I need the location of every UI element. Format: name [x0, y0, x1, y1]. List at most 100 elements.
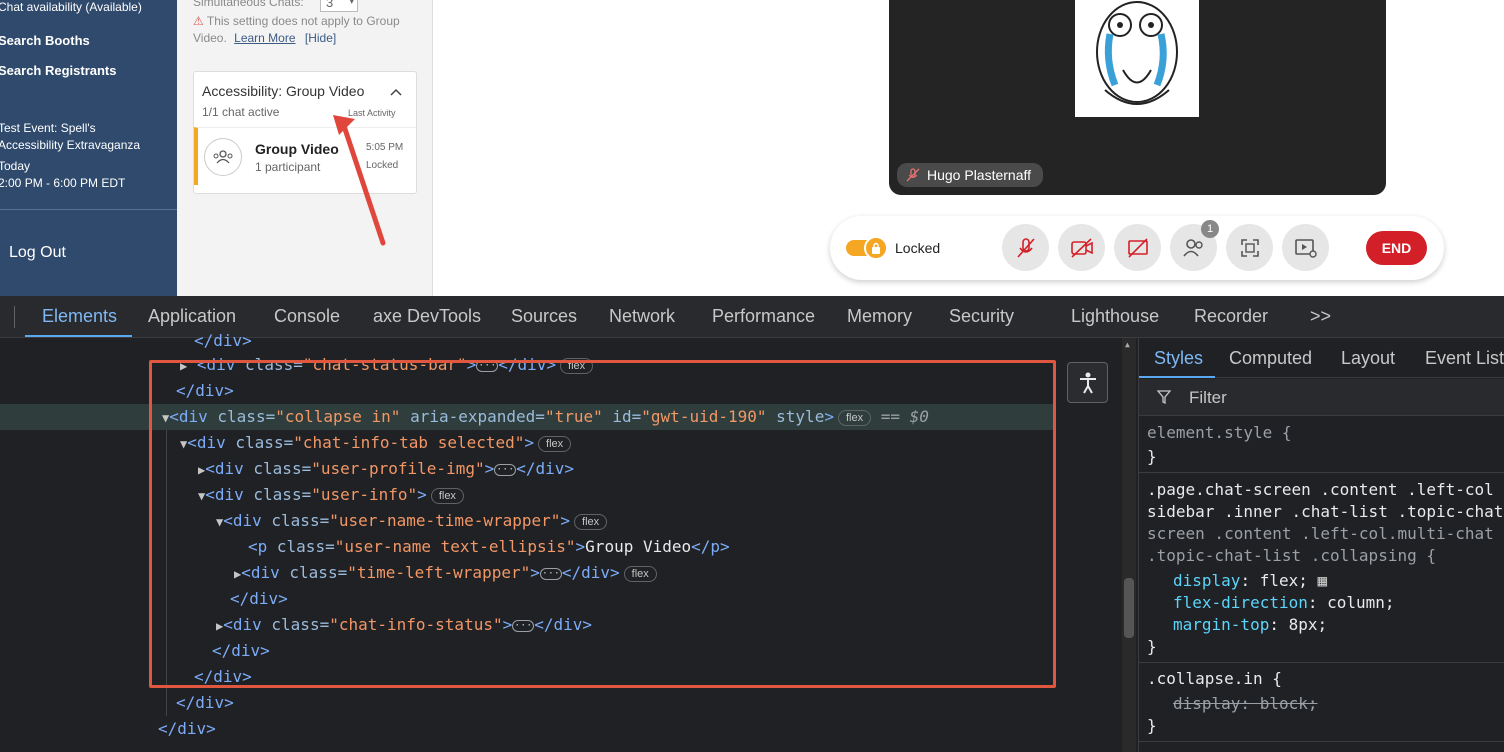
filter-input[interactable]: Filter: [1189, 388, 1227, 408]
end-call-button[interactable]: END: [1366, 231, 1427, 265]
hide-link[interactable]: [Hide]: [305, 31, 336, 45]
chevron-up-icon[interactable]: [390, 88, 402, 96]
tab-recorder[interactable]: Recorder: [1194, 306, 1268, 327]
participant-name: Hugo Plasternaff: [927, 167, 1032, 183]
tab-styles[interactable]: Styles: [1154, 348, 1203, 369]
prop-display[interactable]: display: flex; ▦: [1173, 570, 1327, 592]
dom-line-close-15: </div>: [158, 719, 216, 738]
accessibility-button[interactable]: [1067, 362, 1108, 403]
simultaneous-chats-label: Simultaneous Chats:: [193, 0, 304, 9]
tab-divider: [14, 306, 15, 328]
prop-flex-direction[interactable]: flex-direction: column;: [1173, 592, 1395, 614]
call-control-bar: Locked 1 END: [830, 216, 1444, 280]
camera-button[interactable]: [1058, 224, 1105, 271]
rule-divider-2: [1139, 662, 1504, 663]
rule3-selector: .collapse.in {: [1147, 669, 1282, 688]
highlight-box: [149, 360, 1056, 688]
rule2-selector-4: .topic-chat-list .collapsing {: [1147, 546, 1436, 565]
tab-computed[interactable]: Computed: [1229, 348, 1312, 369]
warning-icon: ⚠: [193, 14, 204, 28]
scrollbar-thumb[interactable]: [1124, 578, 1134, 638]
left-sidebar: Chat availability (Available) Search Boo…: [0, 0, 177, 296]
rule2-selector-1: .page.chat-screen .content .left-col: [1147, 480, 1494, 499]
mute-button[interactable]: [1002, 224, 1049, 271]
tab-memory[interactable]: Memory: [847, 306, 912, 327]
accessibility-person-icon: [1079, 372, 1096, 393]
rule-divider-3: [1139, 741, 1504, 742]
more-tabs-chevron-icon[interactable]: >>: [1310, 306, 1331, 327]
share-screen-button[interactable]: [1114, 224, 1161, 271]
lock-toggle[interactable]: [846, 236, 888, 260]
tab-layout[interactable]: Layout: [1341, 348, 1395, 369]
rule-divider: [1139, 472, 1504, 473]
flexbox-editor-icon[interactable]: ▦: [1318, 571, 1328, 590]
tab-lighthouse[interactable]: Lighthouse: [1071, 306, 1159, 327]
camera-off-icon: [1070, 237, 1093, 258]
group-video-avatar: [204, 138, 242, 176]
participant-name-tag: Hugo Plasternaff: [897, 163, 1044, 187]
learn-more-link[interactable]: Learn More: [234, 31, 295, 45]
tab-application[interactable]: Application: [148, 306, 236, 327]
tab-sources[interactable]: Sources: [511, 306, 577, 327]
video-settings-icon: [1294, 238, 1317, 258]
scroll-up-icon[interactable]: ▲: [1125, 340, 1130, 349]
event-name-line2: Accessibility Extravaganza: [0, 138, 141, 152]
app-screen: Chat availability (Available) Search Boo…: [0, 0, 1504, 296]
search-registrants-link[interactable]: Search Registrants: [0, 63, 117, 78]
simultaneous-chats-value: 3: [326, 0, 334, 10]
participant-image: [1075, 0, 1199, 117]
warning-text-1: This setting does not apply to Group: [206, 14, 400, 28]
participants-button[interactable]: 1: [1170, 220, 1219, 271]
element-style-rule: element.style {: [1147, 423, 1292, 442]
video-settings-button[interactable]: [1282, 224, 1329, 271]
participant-count-badge: 1: [1201, 220, 1219, 238]
tab-console[interactable]: Console: [274, 306, 340, 327]
prop-margin-top[interactable]: margin-top: 8px;: [1173, 614, 1327, 636]
warning-row-2: Video. Learn More [Hide]: [193, 31, 336, 45]
group-icon: [213, 150, 233, 164]
tab-performance[interactable]: Performance: [712, 306, 815, 327]
styles-pane: Styles Computed Layout Event Liste Filte…: [1138, 338, 1504, 752]
participants-icon: [1182, 238, 1203, 257]
rule2-selector-3: screen .content .left-col.multi-chat: [1147, 524, 1494, 543]
rule2-selector-2: sidebar .inner .chat-list .topic-chat: [1147, 502, 1504, 521]
styles-active-underline: [1139, 376, 1215, 378]
dom-tree: </div> ▶ <div class="chat-status-bar"> ··…: [0, 331, 1138, 752]
dom-scrollbar[interactable]: ▲: [1122, 338, 1136, 752]
mic-muted-icon: [906, 168, 920, 182]
search-booths-link[interactable]: Search Booths: [0, 33, 90, 48]
event-name-line1: Test Event: Spell's: [0, 121, 96, 135]
participant-count: 1 participant: [255, 160, 321, 174]
logout-link[interactable]: Log Out: [9, 244, 66, 262]
sidebar-divider: [0, 209, 177, 210]
tab-event-listeners[interactable]: Event Liste: [1425, 348, 1504, 369]
tab-axe-devtools[interactable]: axe DevTools: [373, 306, 481, 327]
tab-security[interactable]: Security: [949, 306, 1014, 327]
chevron-down-icon: ▾: [349, 0, 354, 6]
tab-network[interactable]: Network: [609, 306, 675, 327]
card-title: Accessibility: Group Video: [202, 83, 365, 99]
prop-display-block-overridden[interactable]: display: block;: [1173, 693, 1318, 715]
dom-line-close-0: </div>: [194, 331, 252, 350]
chat-availability-link[interactable]: Chat availability (Available): [0, 0, 142, 14]
fullscreen-button[interactable]: [1226, 224, 1273, 271]
tab-elements[interactable]: Elements: [42, 306, 117, 327]
devtools-panel: Elements Application Console axe DevTool…: [0, 296, 1504, 752]
warning-row: ⚠ This setting does not apply to Group: [193, 14, 400, 28]
element-style-close: }: [1147, 447, 1157, 466]
filter-bar[interactable]: Filter: [1139, 379, 1504, 416]
dom-line-close-14: </div>: [176, 693, 234, 712]
rule2-close: }: [1147, 637, 1157, 656]
mic-off-icon: [1016, 237, 1035, 258]
video-stage: Hugo Plasternaff: [889, 0, 1386, 195]
active-tab-underline: [25, 335, 132, 337]
warning-text-2: Video.: [193, 31, 227, 45]
event-day: Today: [0, 159, 31, 173]
event-time: 2:00 PM - 6:00 PM EDT: [0, 176, 126, 190]
simultaneous-chats-select[interactable]: 3 ▾: [320, 0, 358, 12]
active-count: 1/1 chat active: [202, 105, 280, 119]
filter-icon: [1157, 390, 1171, 404]
screen-share-off-icon: [1127, 237, 1148, 258]
locked-label: Locked: [895, 240, 941, 256]
annotation-arrow: [333, 115, 386, 246]
